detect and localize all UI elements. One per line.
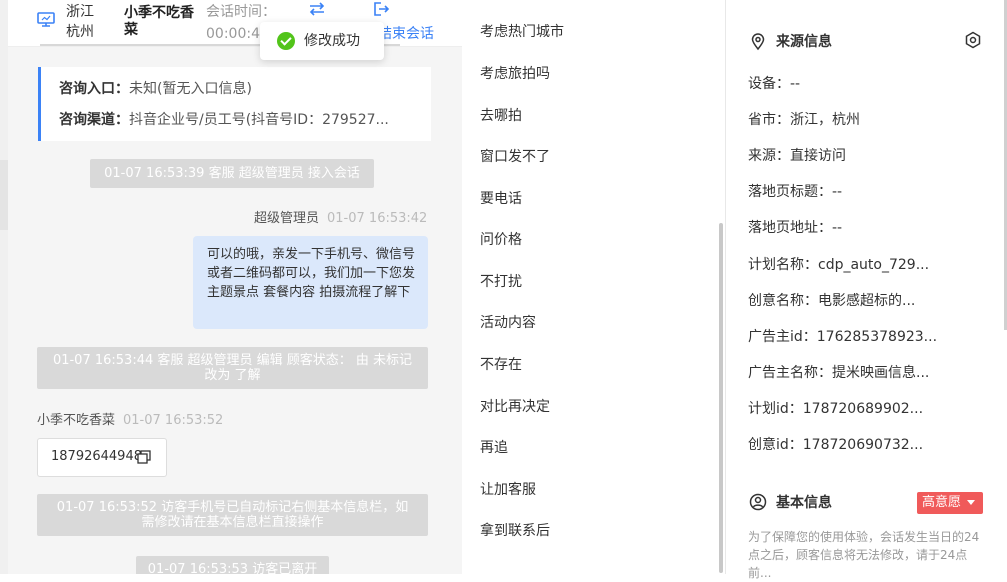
source-row: 落地页地址：-- — [748, 220, 843, 236]
quick-reply-item[interactable]: 要电话 — [480, 189, 522, 209]
location-pin-icon — [751, 33, 765, 51]
check-circle-icon — [277, 32, 295, 50]
system-message: 01-07 16:53:39 客服 超级管理员 接入会话 — [90, 159, 374, 188]
source-row: 计划id：178720689902... — [748, 401, 924, 417]
source-row: 广告主id：176285378923... — [748, 329, 938, 345]
source-row: 省市：浙江，杭州 — [748, 112, 860, 128]
toast-message: 修改成功 — [304, 33, 360, 49]
customer-sender-name: 小季不吃香菜 — [37, 413, 116, 428]
agent-message-bubble: 可以的哦，亲发一下手机号、微信号或者二维码都可以，我们加一下您发主题景点 套餐内… — [193, 236, 428, 329]
consult-info-card: 咨询入口：未知(暂无入口信息) 咨询渠道：抖音企业号/员工号(抖音号ID：279… — [38, 67, 431, 141]
system-message-text: 01-07 16:53:44 客服 超级管理员 编辑 顾客状态： 由 未标记 改… — [52, 353, 413, 383]
system-message: 01-07 16:53:53 访客已离开 — [136, 556, 329, 574]
consult-entry-value: 未知(暂无入口信息) — [129, 81, 252, 97]
monitor-icon — [37, 12, 55, 27]
consult-entry: 咨询入口：未知(暂无入口信息) — [59, 79, 252, 99]
exit-icon[interactable] — [372, 1, 390, 17]
agent-message-time: 01-07 16:53:42 — [327, 211, 428, 226]
customer-sender: 小季不吃香菜 01-07 16:53:52 — [37, 413, 223, 429]
consult-channel-value: 抖音企业号/员工号(抖音号ID：279527... — [129, 112, 389, 128]
chat-header: 浙江杭州 小季不吃香菜 会话时间： 00:00:41 结束会话 — [8, 0, 462, 47]
left-edge-strip — [0, 0, 8, 574]
quick-reply-panel: 考虑热门城市 考虑旅拍吗 去哪拍 窗口发不了 要电话 问价格 不打扰 活动内容 … — [462, 0, 726, 574]
session-time-label: 会话时间： — [206, 4, 276, 20]
system-message-text: 01-07 16:53:52 访客手机号已自动标记右侧基本信息栏，如需修改请在基… — [56, 500, 409, 530]
quick-reply-item[interactable]: 考虑热门城市 — [480, 22, 564, 42]
customer-message-time: 01-07 16:53:52 — [123, 413, 224, 428]
quick-reply-item[interactable]: 不存在 — [480, 355, 522, 375]
chat-panel: 浙江杭州 小季不吃香菜 会话时间： 00:00:41 结束会话 修改成功 咨询入… — [8, 0, 462, 574]
intent-dropdown[interactable]: 高意愿 — [917, 492, 983, 514]
copy-icon[interactable] — [137, 450, 151, 464]
consult-entry-key: 咨询入口： — [59, 81, 129, 97]
source-row: 创意名称：电影感超标的... — [748, 293, 916, 309]
basic-info-title: 基本信息 — [776, 495, 832, 511]
source-row: 广告主名称：提米映画信息... — [748, 365, 930, 381]
customer-info-panel: 来源信息 设备：-- 省市：浙江，杭州 来源：直接访问 落地页标题：-- 落地页… — [726, 0, 1007, 580]
transfer-icon[interactable] — [308, 1, 326, 17]
end-session-button[interactable]: 结束会话 — [378, 24, 434, 44]
customer-phone-message: 18792644948 — [37, 438, 167, 477]
customer-location: 浙江杭州 — [66, 4, 94, 40]
caret-down-icon — [967, 500, 975, 505]
quick-reply-scrollbar[interactable] — [719, 223, 723, 573]
left-edge-mark — [0, 160, 8, 230]
customer-phone-text: 18792644948 — [51, 449, 142, 464]
quick-reply-item[interactable]: 去哪拍 — [480, 106, 522, 126]
source-row: 设备：-- — [748, 76, 801, 92]
quick-reply-item[interactable]: 不打扰 — [480, 272, 522, 292]
agent-message-text: 可以的哦，亲发一下手机号、微信号或者二维码都可以，我们加一下您发主题景点 套餐内… — [207, 247, 416, 300]
quick-reply-item[interactable]: 窗口发不了 — [480, 147, 550, 167]
source-row: 创意id：178720690732... — [748, 437, 924, 453]
quick-reply-item[interactable]: 问价格 — [480, 230, 522, 250]
quick-reply-item[interactable]: 考虑旅拍吗 — [480, 64, 550, 84]
agent-sender: 超级管理员 01-07 16:53:42 — [254, 211, 427, 227]
customer-name: 小季不吃香菜 — [124, 5, 194, 38]
quick-reply-item[interactable]: 再追 — [480, 438, 508, 458]
source-row: 计划名称：cdp_auto_729... — [748, 257, 930, 273]
quick-reply-item[interactable]: 拿到联系后 — [480, 521, 550, 541]
quick-reply-item[interactable]: 对比再决定 — [480, 397, 550, 417]
settings-icon[interactable] — [964, 31, 982, 49]
source-row: 落地页标题：-- — [748, 184, 843, 200]
success-toast: 修改成功 — [260, 22, 384, 60]
consult-channel: 咨询渠道：抖音企业号/员工号(抖音号ID：279527... — [59, 110, 389, 130]
consult-channel-key: 咨询渠道： — [59, 112, 129, 128]
source-info-title: 来源信息 — [776, 34, 832, 50]
intent-label: 高意愿 — [922, 495, 962, 510]
system-message: 01-07 16:53:52 访客手机号已自动标记右侧基本信息栏，如需修改请在基… — [37, 494, 428, 536]
source-row: 来源：直接访问 — [748, 148, 846, 164]
quick-reply-item[interactable]: 让加客服 — [480, 480, 536, 500]
user-circle-icon — [749, 493, 767, 511]
quick-reply-item[interactable]: 活动内容 — [480, 313, 536, 333]
agent-sender-name: 超级管理员 — [254, 211, 320, 226]
system-message: 01-07 16:53:44 客服 超级管理员 编辑 顾客状态： 由 未标记 改… — [37, 347, 428, 389]
